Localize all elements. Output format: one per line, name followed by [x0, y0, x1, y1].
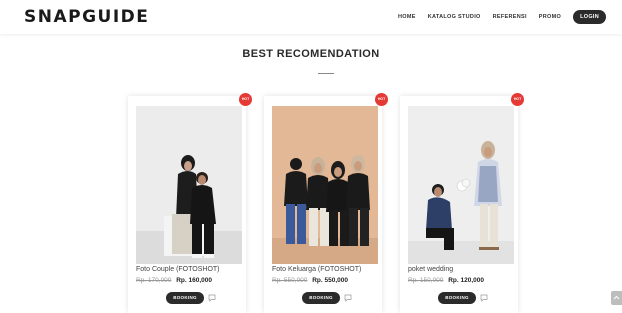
- top-navbar: SNAPGUIDE HOME KATALOG STUDIO REFERENSI …: [0, 0, 622, 34]
- booking-button[interactable]: BOOKING: [166, 292, 204, 304]
- price-row: Rp. 150,000 Rp. 120,000: [408, 277, 484, 284]
- old-price: Rp. 550,000: [272, 277, 308, 284]
- chat-bubble-icon[interactable]: [344, 294, 352, 302]
- booking-button[interactable]: BOOKING: [302, 292, 340, 304]
- hot-badge: HOT: [511, 93, 524, 106]
- new-price: Rp. 120,000: [448, 277, 485, 284]
- family-photo-illustration: [272, 106, 378, 264]
- product-name[interactable]: Foto Keluarga (FOTOSHOT): [272, 266, 361, 273]
- scroll-to-top-button[interactable]: [611, 291, 622, 305]
- old-price: Rp. 150,000: [408, 277, 444, 284]
- title-divider: [318, 73, 334, 74]
- product-photo[interactable]: [272, 106, 378, 264]
- login-button[interactable]: LOGIN: [573, 10, 606, 24]
- product-card-wedding[interactable]: HOT poket wedding Rp. 150,000 Rp. 120,00…: [400, 93, 524, 313]
- nav-katalog-studio[interactable]: KATALOG STUDIO: [428, 10, 481, 24]
- product-name[interactable]: poket wedding: [408, 266, 453, 273]
- price-row: Rp. 550,000 Rp. 550,000: [272, 277, 348, 284]
- section-title: BEST RECOMENDATION: [242, 48, 380, 60]
- product-photo[interactable]: [408, 106, 514, 264]
- new-price: Rp. 160,000: [176, 277, 213, 284]
- price-row: Rp. 170,000 Rp. 160,000: [136, 277, 212, 284]
- main-nav: HOME KATALOG STUDIO REFERENSI PROMO LOGI…: [386, 10, 606, 24]
- hot-badge: HOT: [239, 93, 252, 106]
- product-photo[interactable]: [136, 106, 242, 264]
- new-price: Rp. 550,000: [312, 277, 349, 284]
- nav-home[interactable]: HOME: [398, 10, 416, 24]
- nav-referensi[interactable]: REFERENSI: [493, 10, 527, 24]
- chat-bubble-icon[interactable]: [480, 294, 488, 302]
- couple-photo-illustration: [136, 106, 242, 264]
- hot-badge: HOT: [375, 93, 388, 106]
- chevron-up-icon: [613, 295, 620, 300]
- booking-button[interactable]: BOOKING: [438, 292, 476, 304]
- site-logo[interactable]: SNAPGUIDE: [24, 7, 149, 27]
- product-name[interactable]: Foto Couple (FOTOSHOT): [136, 266, 220, 273]
- old-price: Rp. 170,000: [136, 277, 172, 284]
- nav-promo[interactable]: PROMO: [539, 10, 561, 24]
- product-card-couple[interactable]: HOT Foto Couple (FOTOSHOT) Rp. 170,000 R…: [128, 93, 252, 313]
- wedding-photo-illustration: [408, 106, 514, 264]
- product-card-family[interactable]: HOT Foto Keluarga (FOTOSHOT) Rp. 550,000…: [264, 93, 388, 313]
- chat-bubble-icon[interactable]: [208, 294, 216, 302]
